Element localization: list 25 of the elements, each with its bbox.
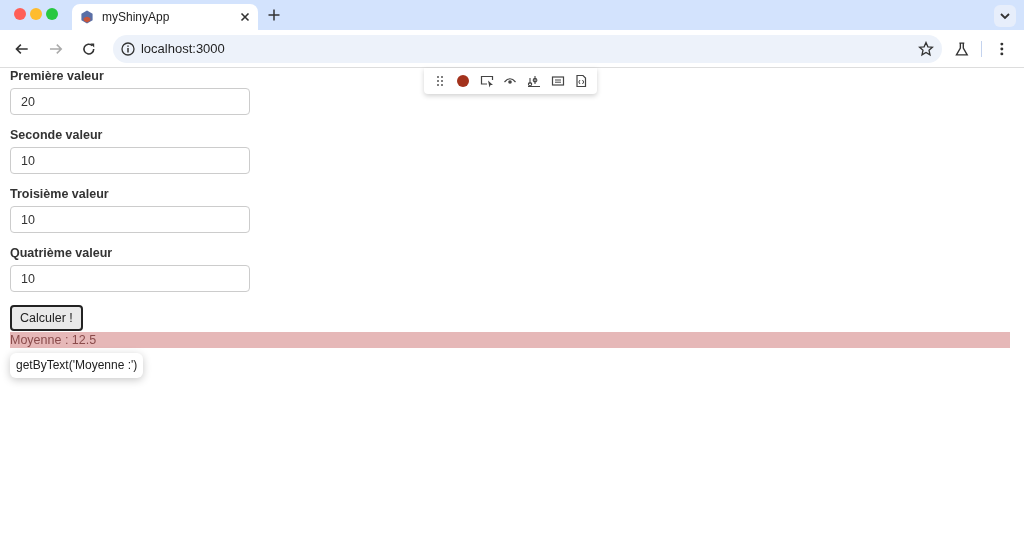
field-label: Troisième valeur — [10, 186, 109, 202]
flask-icon[interactable] — [953, 40, 970, 57]
info-icon[interactable] — [120, 41, 135, 56]
new-tab-icon[interactable] — [268, 9, 280, 21]
url-text: localhost:3000 — [140, 41, 226, 56]
browser-tab[interactable]: myShinyApp — [72, 4, 258, 30]
number-field[interactable]: 20 — [10, 88, 250, 115]
result-text: Moyenne : 12.5 — [10, 332, 1010, 348]
field-label: Quatrième valeur — [10, 245, 113, 261]
record-icon[interactable] — [456, 74, 471, 88]
number-field[interactable]: 10 — [10, 265, 250, 292]
calculate-button[interactable]: Calculer ! — [10, 305, 83, 331]
field-label: Seconde valeur — [10, 127, 103, 143]
close-icon[interactable] — [240, 12, 250, 22]
chevron-down-icon[interactable] — [994, 5, 1016, 27]
tab-title: myShinyApp — [102, 10, 171, 24]
locator-tooltip: getByText('Moyenne :') — [10, 353, 144, 378]
hexagon-icon — [80, 10, 94, 24]
field-label: Première valeur — [10, 68, 104, 84]
document-code-icon[interactable] — [574, 74, 589, 88]
number-field[interactable]: 10 — [10, 206, 250, 233]
reload-icon[interactable] — [81, 40, 97, 57]
number-field[interactable]: 10 — [10, 147, 250, 174]
star-icon[interactable] — [917, 40, 934, 57]
address-bar[interactable]: localhost:3000 — [112, 34, 942, 63]
